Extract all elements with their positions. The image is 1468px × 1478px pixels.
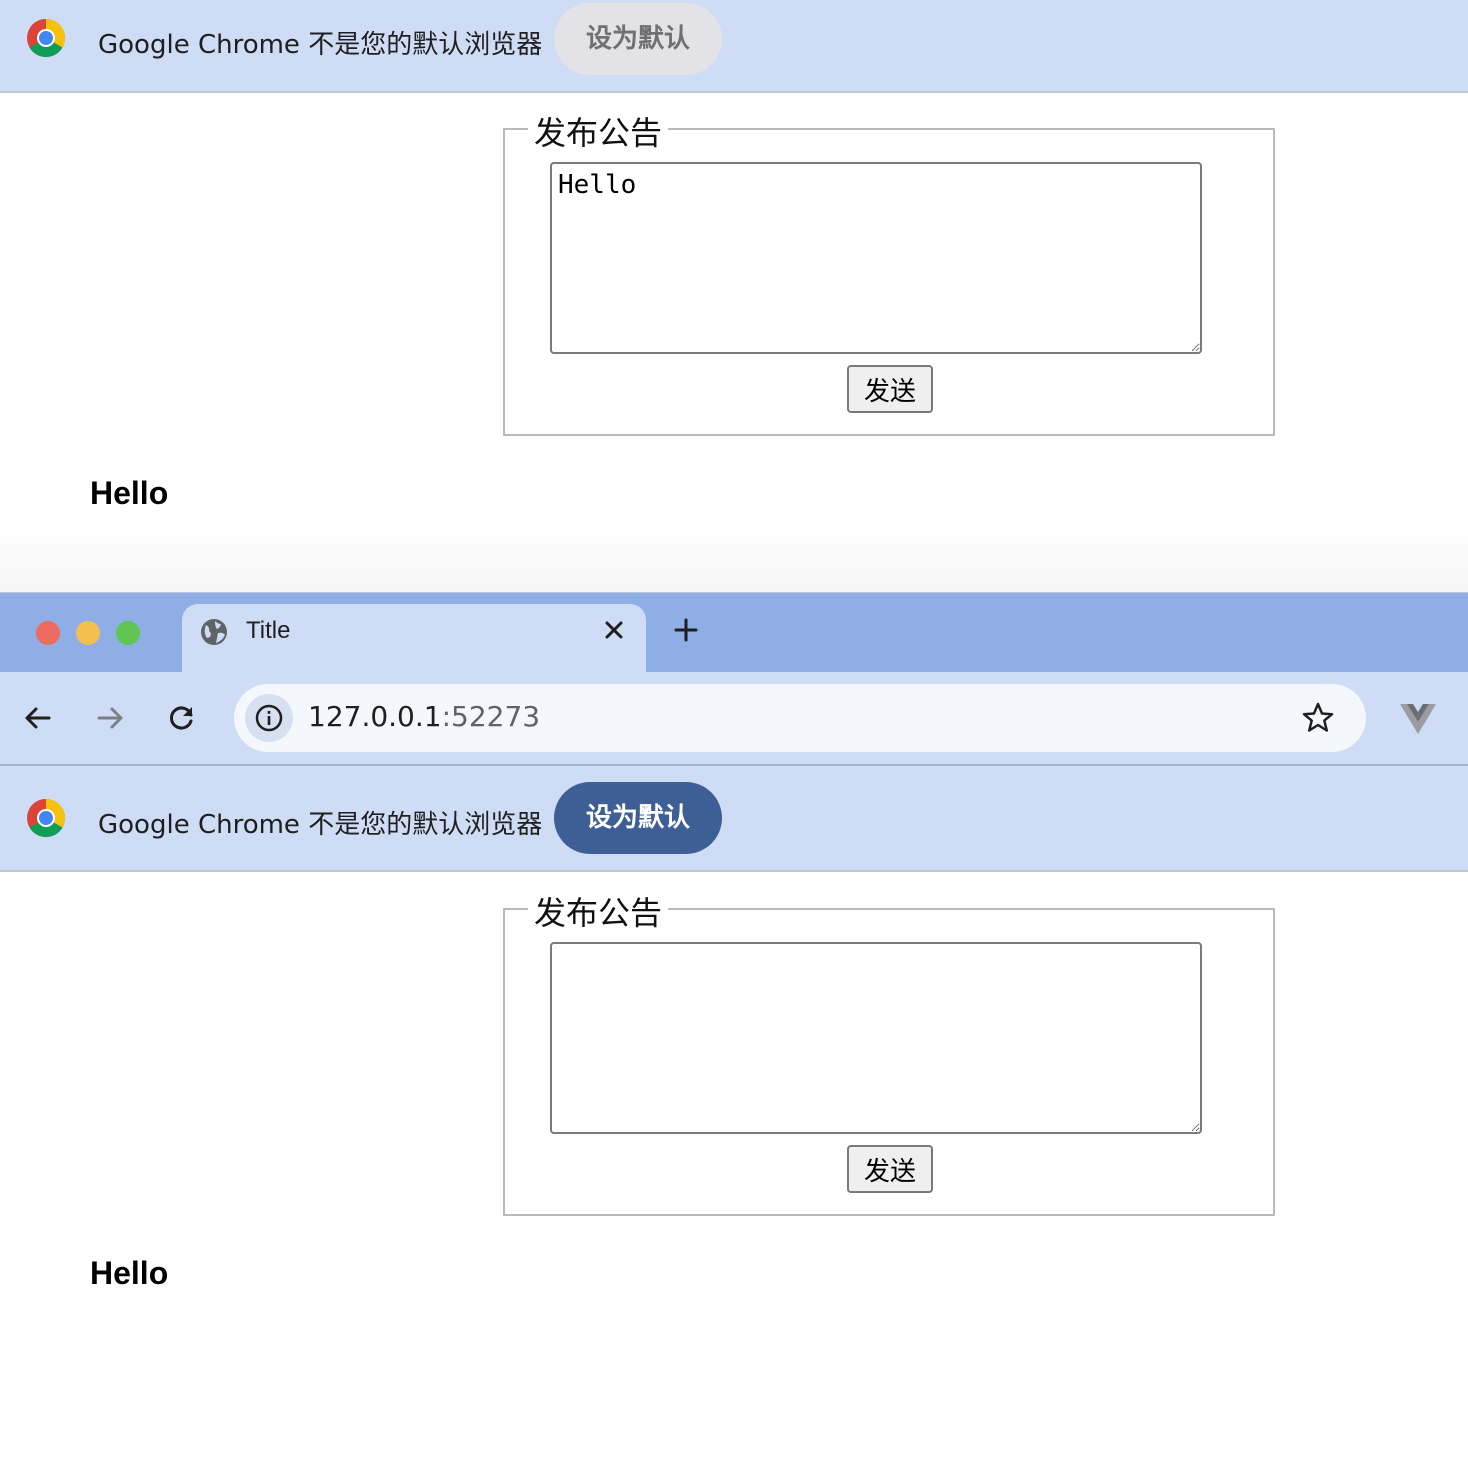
chrome-logo-icon bbox=[27, 798, 66, 838]
globe-icon bbox=[201, 619, 227, 645]
back-arrow-icon[interactable] bbox=[20, 700, 56, 736]
url-port: :52273 bbox=[441, 700, 541, 733]
infobar-message: Google Chrome 不是您的默认浏览器 bbox=[98, 30, 543, 60]
forward-arrow-icon[interactable] bbox=[92, 700, 128, 736]
fieldset-legend: 发布公告 bbox=[528, 108, 669, 154]
infobar-message: Google Chrome 不是您的默认浏览器 bbox=[98, 810, 543, 840]
set-default-button[interactable]: 设为默认 bbox=[554, 3, 722, 75]
plus-icon[interactable] bbox=[668, 612, 704, 648]
fieldset-legend: 发布公告 bbox=[528, 888, 669, 934]
vue-devtools-icon[interactable] bbox=[1398, 700, 1438, 736]
zoom-window-button[interactable] bbox=[116, 621, 140, 645]
star-icon[interactable] bbox=[1300, 700, 1336, 736]
url-text[interactable]: 127.0.0.1:52273 bbox=[308, 700, 540, 733]
info-icon bbox=[255, 704, 283, 732]
output-text: Hello bbox=[90, 475, 169, 511]
announcement-textarea[interactable]: Hello bbox=[550, 162, 1202, 354]
url-host: 127.0.0.1 bbox=[308, 700, 442, 733]
window-shadow bbox=[0, 520, 1468, 592]
reload-icon[interactable] bbox=[164, 700, 200, 736]
minimize-window-button[interactable] bbox=[76, 621, 100, 645]
chrome-logo-icon bbox=[27, 18, 66, 58]
output-text: Hello bbox=[90, 1255, 169, 1291]
send-button[interactable]: 发送 bbox=[847, 1145, 933, 1193]
announcement-textarea[interactable] bbox=[550, 942, 1202, 1134]
close-window-button[interactable] bbox=[36, 621, 60, 645]
tab-title: Title bbox=[246, 617, 291, 644]
send-button[interactable]: 发送 bbox=[847, 365, 933, 413]
set-default-button[interactable]: 设为默认 bbox=[554, 782, 722, 854]
close-icon[interactable] bbox=[598, 614, 630, 646]
